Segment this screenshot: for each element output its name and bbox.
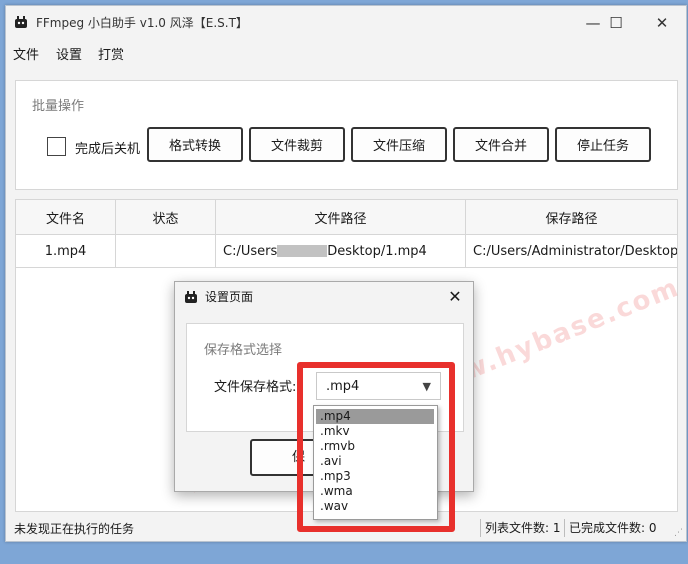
stop-task-button[interactable]: 停止任务 bbox=[555, 127, 651, 162]
title-bar: FFmpeg 小白助手 v1.0 风泽【E.S.T】 — ☐ ✕ bbox=[6, 6, 686, 39]
header-status[interactable]: 状态 bbox=[116, 200, 216, 234]
table-header: 文件名 状态 文件路径 保存路径 bbox=[16, 200, 677, 235]
batch-operations-group: 批量操作 完成后关机 格式转换 文件裁剪 文件压缩 文件合并 停止任务 bbox=[15, 80, 678, 190]
file-trim-button[interactable]: 文件裁剪 bbox=[249, 127, 345, 162]
dropdown-option[interactable]: .rmvb bbox=[316, 439, 434, 454]
menu-bar: 文件 设置 打赏 bbox=[6, 40, 686, 64]
header-filepath[interactable]: 文件路径 bbox=[216, 200, 466, 234]
menu-settings[interactable]: 设置 bbox=[56, 44, 82, 63]
redacted-username bbox=[277, 245, 328, 257]
triangle-down-icon: ▼ bbox=[422, 380, 431, 393]
format-select[interactable]: .mp4 ▼ bbox=[316, 372, 441, 400]
dropdown-option[interactable]: .wma bbox=[316, 484, 434, 499]
format-dropdown-list: .mp4 .mkv .rmvb .avi .mp3 .wma .wav bbox=[313, 405, 438, 520]
file-merge-button[interactable]: 文件合并 bbox=[453, 127, 549, 162]
table-row[interactable]: 1.mp4 C:/Users Desktop/1.mp4 C:/Users/Adm… bbox=[16, 235, 677, 268]
dropdown-option[interactable]: .avi bbox=[316, 454, 434, 469]
dropdown-option[interactable]: .wav bbox=[316, 499, 434, 514]
dialog-title: 设置页面 bbox=[205, 290, 254, 304]
list-count: 列表文件数: 1 bbox=[480, 519, 561, 537]
cell-filepath: C:/Users Desktop/1.mp4 bbox=[216, 235, 466, 267]
cell-savepath: C:/Users/Administrator/Desktop... bbox=[473, 243, 677, 259]
file-compress-button[interactable]: 文件压缩 bbox=[351, 127, 447, 162]
dropdown-option[interactable]: .mp4 bbox=[316, 409, 434, 424]
format-select-value: .mp4 bbox=[326, 379, 360, 394]
app-icon bbox=[15, 16, 27, 28]
filepath-suffix: Desktop/1.mp4 bbox=[327, 243, 427, 259]
menu-donate[interactable]: 打赏 bbox=[98, 44, 124, 63]
filepath-prefix: C:/Users bbox=[223, 243, 278, 259]
header-savepath[interactable]: 保存路径 bbox=[466, 200, 677, 234]
header-filename[interactable]: 文件名 bbox=[16, 200, 116, 234]
format-convert-button[interactable]: 格式转换 bbox=[147, 127, 243, 162]
shutdown-checkbox[interactable] bbox=[47, 137, 66, 156]
dropdown-option[interactable]: .mkv bbox=[316, 424, 434, 439]
resize-grip-icon[interactable]: ⋰ bbox=[674, 528, 684, 538]
cell-status bbox=[116, 235, 216, 267]
dialog-close-button[interactable]: ✕ bbox=[443, 284, 467, 308]
format-group-title: 保存格式选择 bbox=[204, 343, 283, 358]
status-message: 未发现正在执行的任务 bbox=[14, 522, 135, 536]
maximize-button[interactable]: ☐ bbox=[593, 6, 639, 39]
close-button[interactable]: ✕ bbox=[639, 6, 685, 39]
cell-filename: 1.mp4 bbox=[16, 235, 116, 267]
dropdown-option[interactable]: .mp3 bbox=[316, 469, 434, 484]
format-label: 文件保存格式: bbox=[214, 380, 297, 395]
window-title: FFmpeg 小白助手 v1.0 风泽【E.S.T】 bbox=[36, 16, 248, 30]
batch-title: 批量操作 bbox=[32, 99, 85, 114]
app-icon bbox=[185, 291, 197, 303]
menu-file[interactable]: 文件 bbox=[13, 44, 39, 63]
done-count: 已完成文件数: 0 bbox=[564, 519, 657, 537]
shutdown-label[interactable]: 完成后关机 bbox=[75, 138, 140, 157]
